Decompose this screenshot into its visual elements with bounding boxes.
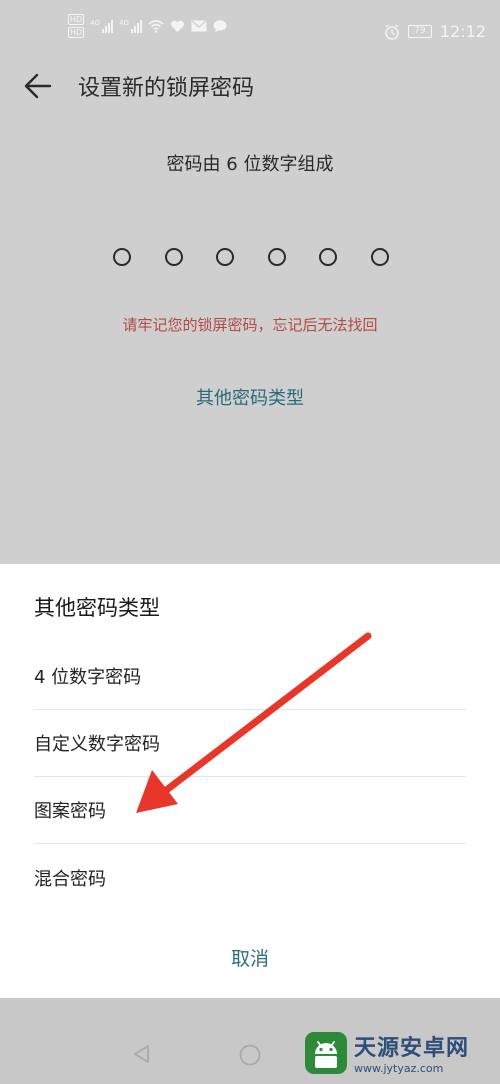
- password-type-options: 4 位数字密码 自定义数字密码 图案密码 混合密码: [34, 643, 466, 911]
- mail-icon: [191, 20, 207, 32]
- password-type-sheet: 其他密码类型 4 位数字密码 自定义数字密码 图案密码 混合密码 取消: [0, 564, 500, 998]
- option-4-digit-pin[interactable]: 4 位数字密码: [34, 643, 466, 710]
- network-label-1: 4G: [90, 19, 101, 27]
- watermark-name: 天源安卓网: [354, 1036, 470, 1061]
- battery-icon: 79: [407, 25, 432, 38]
- heart-icon: [170, 20, 184, 32]
- pin-dot: [164, 248, 183, 266]
- hd-badges: HD HD: [68, 14, 85, 38]
- page-title: 设置新的锁屏密码: [78, 76, 255, 101]
- android-logo-icon: [305, 1031, 347, 1074]
- password-hint: 密码由 6 位数字组成: [166, 154, 334, 175]
- status-bar: HD HD 4G 4G 79 12:12: [0, 0, 500, 64]
- signal-icon-1: 4G: [90, 19, 114, 33]
- cancel-button[interactable]: 取消: [0, 944, 500, 971]
- hd-badge-1: HD: [68, 14, 85, 25]
- pin-dot: [267, 248, 286, 266]
- pin-dot: [370, 248, 389, 266]
- nav-home-icon[interactable]: [239, 1044, 261, 1066]
- option-mixed-password[interactable]: 混合密码: [34, 844, 466, 911]
- signal-icon-2: 4G: [119, 19, 142, 33]
- nav-back-icon[interactable]: [132, 1044, 152, 1064]
- status-right-icons: 79 12:12: [384, 22, 486, 41]
- other-password-types-link[interactable]: 其他密码类型: [0, 384, 500, 410]
- watermark-url: www.jytyaz.com: [354, 1062, 444, 1075]
- option-custom-pin[interactable]: 自定义数字密码: [34, 710, 466, 777]
- wifi-icon: [148, 19, 164, 33]
- app-header: 设置新的锁屏密码: [0, 64, 500, 118]
- site-watermark: 天源安卓网 www.jytyaz.com: [304, 1030, 469, 1075]
- network-label-2: 4G: [119, 19, 129, 27]
- pin-dots[interactable]: [113, 248, 389, 268]
- hd-badge-2: HD: [68, 27, 85, 38]
- pin-dot: [216, 248, 235, 266]
- option-pattern[interactable]: 图案密码: [34, 777, 466, 844]
- alarm-icon: [385, 23, 399, 40]
- status-left-icons: HD HD 4G 4G: [68, 14, 227, 38]
- clock: 12:12: [439, 22, 486, 41]
- sheet-title: 其他密码类型: [34, 596, 160, 620]
- chat-bubble-icon: [213, 19, 227, 32]
- warning-text: 请牢记您的锁屏密码，忘记后无法找回: [122, 316, 378, 334]
- back-arrow-icon[interactable]: [22, 70, 54, 102]
- pin-dot: [319, 248, 338, 266]
- pin-dot: [113, 248, 131, 266]
